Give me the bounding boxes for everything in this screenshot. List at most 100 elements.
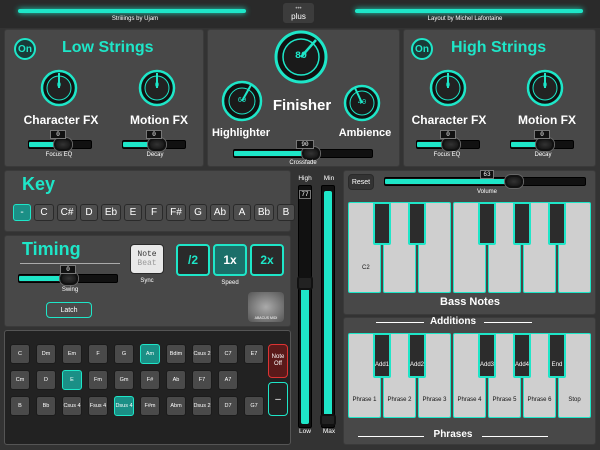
- high-vertical-slider[interactable]: [297, 185, 313, 428]
- chord-button[interactable]: Dsus 2: [192, 396, 212, 416]
- high-character-fx-label: Character FX: [411, 113, 487, 127]
- low-decay-value: 0: [146, 130, 162, 139]
- chord-button[interactable]: Ab: [166, 370, 186, 390]
- plus-badge[interactable]: ••• plus: [282, 2, 315, 24]
- speed-half-button[interactable]: /2: [176, 244, 210, 276]
- key-button-d[interactable]: D: [80, 204, 98, 221]
- key-button-eb[interactable]: Eb: [101, 204, 121, 221]
- chord-button[interactable]: Csus 2: [192, 344, 212, 364]
- bass-black-key[interactable]: [513, 202, 531, 245]
- key-button-ab[interactable]: Ab: [210, 204, 230, 221]
- bass-black-key[interactable]: [548, 202, 566, 245]
- high-slider-thumb[interactable]: [297, 276, 313, 290]
- low-strings-title: Low Strings: [62, 39, 154, 56]
- chord-button[interactable]: B: [10, 396, 30, 416]
- speed-2x-button[interactable]: 2x: [250, 244, 284, 276]
- high-focus-eq-value: 0: [440, 130, 456, 139]
- finisher-main-value: 80: [294, 51, 307, 62]
- key-button-fsharp[interactable]: F#: [166, 204, 186, 221]
- minus-button[interactable]: –: [268, 382, 288, 416]
- key-button-a[interactable]: A: [233, 204, 251, 221]
- header-left-credit: Striiiings by Ujam: [111, 16, 159, 22]
- chord-button[interactable]: D7: [218, 396, 238, 416]
- addition-key[interactable]: Add3: [478, 333, 496, 378]
- chord-button[interactable]: F#: [140, 370, 160, 390]
- bass-black-key[interactable]: [373, 202, 391, 245]
- reset-button[interactable]: Reset: [348, 174, 374, 190]
- chord-button[interactable]: G: [114, 344, 134, 364]
- note-off-button[interactable]: Note Off: [268, 344, 288, 378]
- timing-title: Timing: [22, 239, 81, 259]
- swing-value: 0: [60, 265, 76, 274]
- key-button-bb[interactable]: Bb: [254, 204, 274, 221]
- key-button-csharp[interactable]: C#: [57, 204, 77, 221]
- chord-button[interactable]: Gm: [114, 370, 134, 390]
- addition-key[interactable]: End: [548, 333, 566, 378]
- key-button-b[interactable]: B: [277, 204, 295, 221]
- chord-button[interactable]: Am: [140, 344, 160, 364]
- high-strings-on-button[interactable]: On: [411, 38, 433, 60]
- chord-button[interactable]: G7: [244, 396, 264, 416]
- chord-button[interactable]: Fsus 4: [88, 396, 108, 416]
- chord-button[interactable]: E7: [244, 344, 264, 364]
- key-button-none[interactable]: -: [13, 204, 31, 221]
- addition-key[interactable]: Add2: [408, 333, 426, 378]
- bass-notes-title: Bass Notes: [440, 296, 500, 308]
- key-button-e[interactable]: E: [124, 204, 142, 221]
- min-label: Min: [323, 175, 335, 182]
- chord-button[interactable]: Abm: [166, 396, 186, 416]
- chord-button[interactable]: Bb: [36, 396, 56, 416]
- key-button-f[interactable]: F: [145, 204, 163, 221]
- header-right-glow: [355, 9, 583, 13]
- chord-button[interactable]: Dsus 4: [114, 396, 134, 416]
- latch-button[interactable]: Latch: [46, 302, 92, 318]
- key-button-g[interactable]: G: [189, 204, 207, 221]
- addition-key[interactable]: Add1: [373, 333, 391, 378]
- chord-button[interactable]: E: [62, 370, 82, 390]
- note-beat-sync-toggle[interactable]: Note Beat: [130, 244, 164, 274]
- chord-button[interactable]: Dm: [36, 344, 56, 364]
- low-character-fx-value: 0: [56, 82, 62, 90]
- chord-button[interactable]: F#m: [140, 396, 160, 416]
- high-decay-slider[interactable]: [510, 138, 574, 151]
- header-left-glow: [18, 9, 246, 13]
- swing-slider[interactable]: [18, 272, 118, 285]
- low-strings-on-button[interactable]: On: [14, 38, 36, 60]
- max-label: Max: [322, 428, 336, 435]
- chord-button[interactable]: A7: [218, 370, 238, 390]
- speed-1x-button[interactable]: 1x: [213, 244, 247, 276]
- additions-line-left: [376, 322, 424, 323]
- bass-black-key[interactable]: [408, 202, 426, 245]
- volume-label: Volume: [476, 189, 497, 195]
- low-motion-fx-value: 0: [154, 82, 160, 90]
- phrases-title: Phrases: [433, 429, 473, 440]
- key-button-c[interactable]: C: [34, 204, 54, 221]
- chord-button[interactable]: Cm: [10, 370, 30, 390]
- chord-button[interactable]: F: [88, 344, 108, 364]
- low-focus-eq-slider[interactable]: [28, 138, 92, 151]
- bass-black-key[interactable]: [478, 202, 496, 245]
- low-motion-fx-label: Motion FX: [130, 113, 188, 127]
- chord-button[interactable]: Fm: [88, 370, 108, 390]
- high-decay-label: Decay: [534, 152, 552, 158]
- chord-button[interactable]: Csus 4: [62, 396, 82, 416]
- header-right-credit: Layout by Michel Lafontaine: [427, 16, 503, 22]
- abacus-logo: ABACUS MIDI: [248, 292, 284, 322]
- high-focus-eq-slider[interactable]: [416, 138, 480, 151]
- min-slider-thumb[interactable]: [320, 414, 336, 426]
- low-decay-label: Decay: [146, 152, 164, 158]
- chord-button[interactable]: C7: [218, 344, 238, 364]
- sync-label: Sync: [140, 278, 154, 284]
- chord-button[interactable]: Em: [62, 344, 82, 364]
- low-decay-slider[interactable]: [122, 138, 186, 151]
- high-slider-value: 77: [299, 190, 311, 199]
- volume-value: 63: [480, 170, 494, 179]
- ambience-label: Ambience: [338, 127, 392, 139]
- crossfade-slider[interactable]: [233, 147, 373, 160]
- min-vertical-slider[interactable]: [320, 185, 336, 428]
- chord-button[interactable]: D: [36, 370, 56, 390]
- addition-key[interactable]: Add4: [513, 333, 531, 378]
- chord-button[interactable]: C: [10, 344, 30, 364]
- chord-button[interactable]: F7: [192, 370, 212, 390]
- chord-button[interactable]: Bdim: [166, 344, 186, 364]
